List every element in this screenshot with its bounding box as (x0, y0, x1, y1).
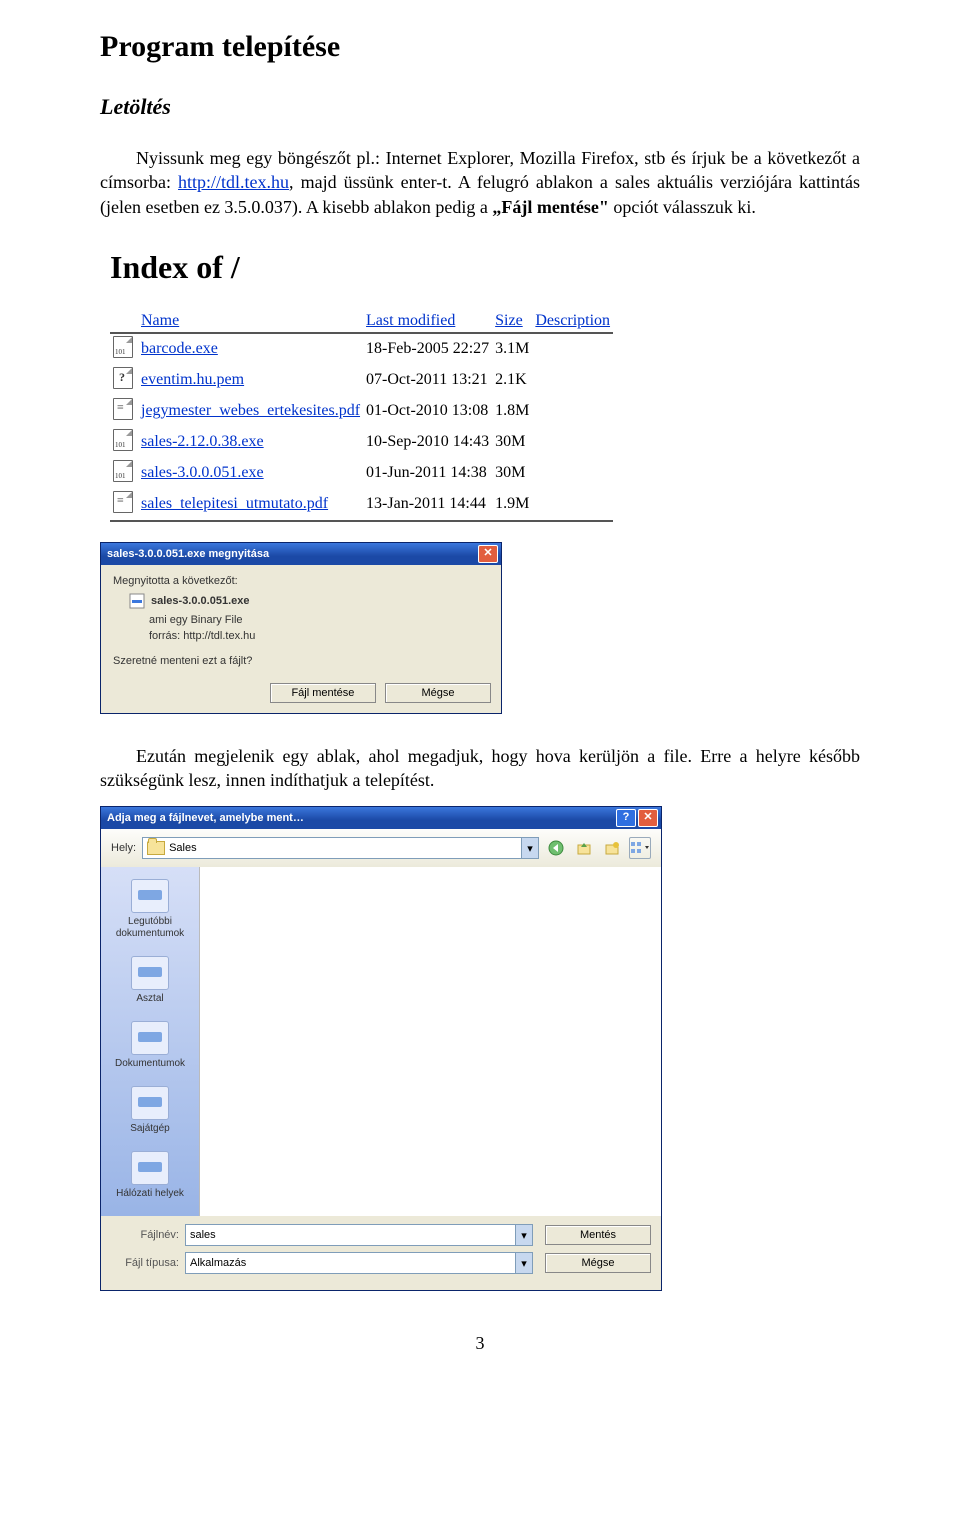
file-type-icon (113, 336, 133, 358)
filetype-combo[interactable]: Alkalmazás ▾ (185, 1252, 533, 1274)
location-combo[interactable]: Sales ▾ (142, 837, 539, 859)
directory-index: Index of / Name Last modified Size Descr… (100, 249, 860, 532)
place-icon (131, 1151, 169, 1185)
places-item[interactable]: Sajátgép (101, 1080, 199, 1145)
chevron-down-icon: ▾ (515, 1225, 532, 1245)
place-icon (131, 1021, 169, 1055)
file-size: 3.1M (492, 334, 532, 365)
place-label: Hálózati helyek (101, 1188, 199, 1200)
para1-bold: „Fájl mentése" (492, 197, 608, 217)
filetype-value: Alkalmazás (190, 1257, 246, 1269)
index-header-row: Name Last modified Size Description (110, 310, 613, 333)
file-link[interactable]: sales_telepitesi_utmutato.pdf (141, 495, 328, 512)
place-label: Sajátgép (101, 1123, 199, 1135)
save-file-button[interactable]: Fájl mentése (270, 683, 376, 703)
up-folder-icon[interactable] (573, 837, 595, 859)
back-icon[interactable] (545, 837, 567, 859)
places-item[interactable]: Asztal (101, 950, 199, 1015)
file-modified: 18-Feb-2005 22:27 (363, 334, 492, 365)
file-type-icon (113, 429, 133, 451)
para2-text: Ezután megjelenik egy ablak, ahol megadj… (100, 746, 860, 790)
table-row: sales_telepitesi_utmutato.pdf 13-Jan-2011… (110, 489, 613, 521)
place-icon (131, 956, 169, 990)
file-modified: 01-Jun-2011 14:38 (363, 458, 492, 489)
place-icon (131, 1086, 169, 1120)
place-label: Legutóbbi dokumentumok (101, 916, 199, 940)
file-link[interactable]: sales-3.0.0.051.exe (141, 464, 264, 481)
save-button[interactable]: Mentés (545, 1225, 651, 1245)
places-item[interactable]: Dokumentumok (101, 1015, 199, 1080)
place-icon (131, 879, 169, 913)
file-size: 1.8M (492, 396, 532, 427)
download-dialog-title: sales-3.0.0.051.exe megnyitása (107, 548, 269, 560)
table-row: jegymester_webes_ertekesites.pdf01-Oct-2… (110, 396, 613, 427)
page-number: 3 (0, 1311, 960, 1366)
file-modified: 10-Sep-2010 14:43 (363, 427, 492, 458)
download-line2b: forrás: http://tdl.tex.hu (149, 628, 489, 645)
file-icon (129, 593, 145, 609)
paragraph-1: Nyissunk meg egy böngészőt pl.: Internet… (100, 146, 860, 219)
view-menu-icon[interactable] (629, 837, 651, 859)
filename-value: sales (190, 1229, 216, 1241)
file-type-icon (113, 460, 133, 482)
location-label: Hely: (111, 842, 136, 854)
table-row: sales-2.12.0.38.exe 10-Sep-2010 14:4330M (110, 427, 613, 458)
cancel-button[interactable]: Mégse (385, 683, 491, 703)
file-modified: 01-Oct-2010 13:08 (363, 396, 492, 427)
file-type-icon (113, 367, 133, 389)
close-icon[interactable]: ✕ (638, 809, 658, 827)
chevron-down-icon: ▾ (521, 838, 538, 858)
file-size: 2.1K (492, 365, 532, 396)
help-icon[interactable]: ? (616, 809, 636, 827)
close-icon[interactable]: ✕ (478, 545, 498, 563)
para1-text-c: opciót válasszuk ki. (609, 197, 756, 217)
save-as-title: Adja meg a fájlnevet, amelybe ment… (107, 812, 304, 824)
cancel-button[interactable]: Mégse (545, 1253, 651, 1273)
place-label: Dokumentumok (101, 1058, 199, 1070)
filetype-label: Fájl típusa: (111, 1257, 179, 1269)
download-line1: Megnyitotta a következőt: (113, 575, 489, 587)
col-desc[interactable]: Description (535, 312, 610, 329)
folder-icon (147, 841, 165, 855)
col-size[interactable]: Size (495, 312, 523, 329)
location-value: Sales (169, 842, 197, 854)
table-row: sales-3.0.0.051.exe 01-Jun-2011 14:3830M (110, 458, 613, 489)
col-name[interactable]: Name (141, 312, 179, 329)
file-link[interactable]: barcode.exe (141, 340, 218, 357)
table-row: barcode.exe 18-Feb-2005 22:273.1M (110, 334, 613, 365)
places-item[interactable]: Hálózati helyek (101, 1145, 199, 1210)
index-heading: Index of / (110, 249, 850, 286)
filename-label: Fájlnév: (111, 1229, 179, 1241)
file-area[interactable] (199, 867, 661, 1216)
place-label: Asztal (101, 993, 199, 1005)
file-modified: 07-Oct-2011 13:21 (363, 365, 492, 396)
page-title: Program telepítése (100, 30, 860, 64)
file-link[interactable]: jegymester_webes_ertekesites.pdf (141, 402, 360, 419)
places-bar: Legutóbbi dokumentumok Asztal Dokumentumok… (101, 867, 199, 1216)
download-line2a: ami egy Binary File (149, 612, 489, 629)
section-subtitle: Letöltés (100, 94, 860, 120)
file-type-icon (113, 398, 133, 420)
new-folder-icon[interactable] (601, 837, 623, 859)
download-filename: sales-3.0.0.051.exe (151, 595, 249, 607)
save-as-dialog: Adja meg a fájlnevet, amelybe ment… ? ✕ … (100, 806, 662, 1291)
filename-input[interactable]: sales ▾ (185, 1224, 533, 1246)
col-modified[interactable]: Last modified (366, 312, 455, 329)
download-url-link[interactable]: http://tdl.tex.hu (178, 172, 289, 192)
download-line3: Szeretné menteni ezt a fájlt? (113, 655, 489, 667)
file-link[interactable]: eventim.hu.pem (141, 371, 244, 388)
file-size: 30M (492, 427, 532, 458)
file-link[interactable]: sales-2.12.0.38.exe (141, 433, 264, 450)
file-size: 1.9M (492, 489, 532, 521)
paragraph-2: Ezután megjelenik egy ablak, ahol megadj… (100, 744, 860, 793)
file-type-icon (113, 491, 133, 513)
places-item[interactable]: Legutóbbi dokumentumok (101, 873, 199, 950)
table-row: eventim.hu.pem 07-Oct-2011 13:212.1K (110, 365, 613, 396)
file-modified: 13-Jan-2011 14:44 (363, 489, 492, 521)
download-dialog: sales-3.0.0.051.exe megnyitása ✕ Megnyit… (100, 542, 502, 714)
chevron-down-icon: ▾ (515, 1253, 532, 1273)
file-size: 30M (492, 458, 532, 489)
